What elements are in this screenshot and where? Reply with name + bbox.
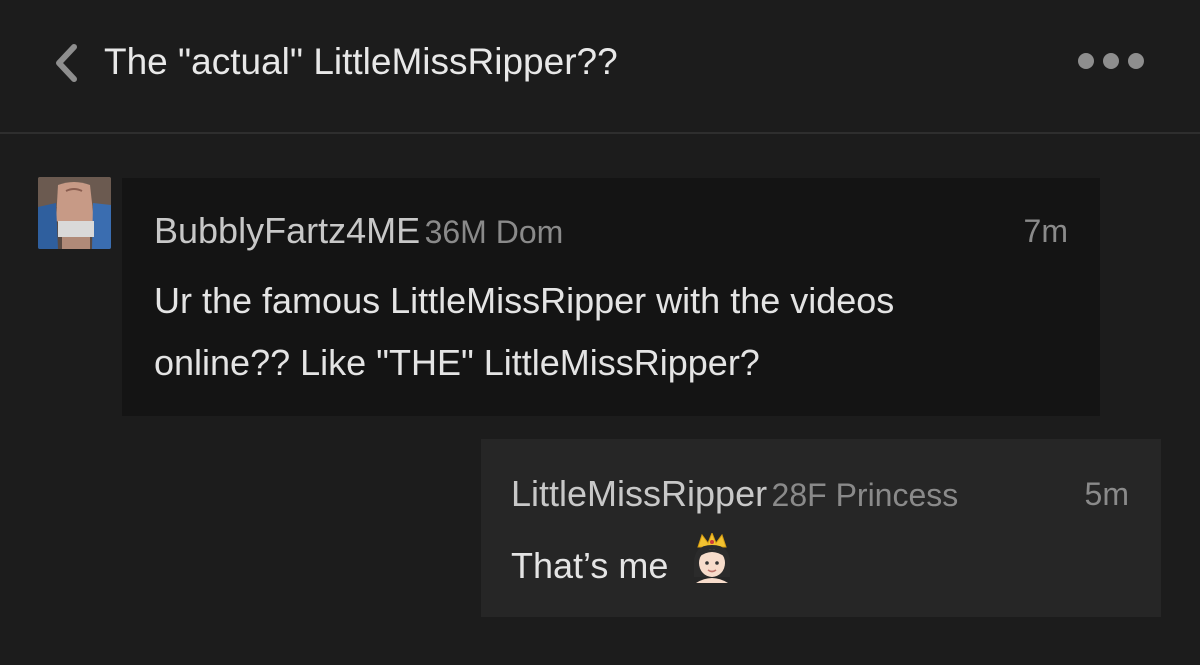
- ellipsis-dot: [1103, 53, 1119, 69]
- message-header: BubblyFartz4ME 36M Dom: [154, 211, 563, 259]
- chevron-left-icon: [56, 44, 77, 82]
- ellipsis-dot: [1078, 53, 1094, 69]
- message-text: That’s me: [511, 545, 669, 587]
- back-button[interactable]: [44, 40, 88, 86]
- avatar[interactable]: [38, 177, 111, 249]
- chat-header: The "actual" LittleMissRipper??: [0, 0, 1200, 134]
- sender-tags: 36M Dom: [424, 214, 564, 250]
- princess-emoji-icon: [690, 531, 734, 604]
- sender-username[interactable]: LittleMissRipper: [511, 473, 767, 514]
- message-line: Ur the famous LittleMissRipper with the …: [154, 280, 895, 321]
- sender-username[interactable]: BubblyFartz4ME: [154, 210, 420, 251]
- message-bubble-received[interactable]: BubblyFartz4ME 36M Dom 7m Ur the famous …: [122, 178, 1100, 416]
- message-body: That’s me: [511, 531, 734, 604]
- message-timestamp: 7m: [1023, 213, 1068, 249]
- avatar-image: [38, 177, 111, 249]
- message-bubble-sent[interactable]: LittleMissRipper 28F Princess 5m That’s …: [481, 439, 1161, 617]
- message-header: LittleMissRipper 28F Princess: [511, 474, 958, 522]
- message-timestamp: 5m: [1084, 476, 1129, 512]
- sender-tags: 28F Princess: [771, 477, 959, 513]
- message-body: Ur the famous LittleMissRipper with the …: [154, 270, 894, 394]
- chat-screen: The "actual" LittleMissRipper?? BubblyFa…: [0, 0, 1200, 665]
- message-line: online?? Like "THE" LittleMissRipper?: [154, 342, 760, 383]
- chat-title: The "actual" LittleMissRipper??: [104, 41, 618, 82]
- ellipsis-dot: [1128, 53, 1144, 69]
- more-options-button[interactable]: [1078, 44, 1144, 78]
